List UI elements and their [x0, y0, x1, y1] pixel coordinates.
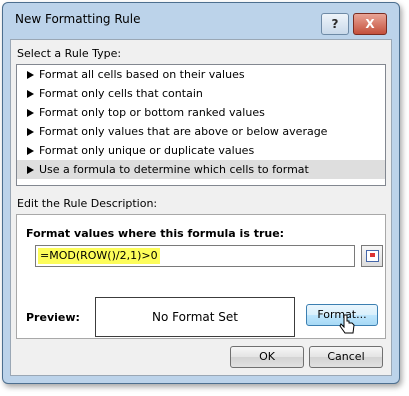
close-button[interactable]: X — [353, 13, 387, 35]
rule-type-item-label: Format only top or bottom ranked values — [39, 106, 265, 119]
rule-type-item-label: Format only cells that contain — [39, 87, 203, 100]
hand-cursor-icon — [339, 314, 355, 334]
rule-description-panel: Format values where this formula is true… — [16, 214, 386, 339]
rule-type-item-unique-duplicate[interactable]: Format only unique or duplicate values — [17, 141, 385, 160]
rule-type-list[interactable]: Format all cells based on their values F… — [16, 64, 386, 186]
rule-type-item-label: Format only values that are above or bel… — [39, 125, 328, 138]
title-bar[interactable]: New Formatting Rule ? X — [3, 3, 399, 35]
arrow-icon — [27, 128, 34, 136]
arrow-icon — [27, 109, 34, 117]
rule-type-item-cells-contain[interactable]: Format only cells that contain — [17, 84, 385, 103]
rule-type-item-formula[interactable]: Use a formula to determine which cells t… — [17, 160, 385, 179]
formula-input[interactable]: =MOD(ROW()/2,1)>0 — [35, 245, 355, 267]
arrow-icon — [27, 166, 34, 174]
ok-button[interactable]: OK — [230, 346, 304, 368]
rule-type-item-top-bottom[interactable]: Format only top or bottom ranked values — [17, 103, 385, 122]
arrow-icon — [27, 71, 34, 79]
dialog-title: New Formatting Rule — [15, 12, 141, 26]
rule-type-label: Select a Rule Type: — [17, 47, 122, 60]
preview-label: Preview: — [26, 311, 80, 324]
range-select-icon — [366, 250, 379, 262]
rule-type-item-label: Format only unique or duplicate values — [39, 144, 255, 157]
arrow-icon — [27, 90, 34, 98]
formula-value: =MOD(ROW()/2,1)>0 — [38, 248, 160, 264]
dialog-body: Select a Rule Type: Format all cells bas… — [10, 39, 392, 376]
preview-box: No Format Set — [95, 297, 295, 337]
formula-heading: Format values where this formula is true… — [26, 227, 285, 240]
rule-type-item-label: Use a formula to determine which cells t… — [39, 163, 309, 176]
rule-type-item-label: Format all cells based on their values — [39, 68, 245, 81]
rule-type-item-above-below-average[interactable]: Format only values that are above or bel… — [17, 122, 385, 141]
collapse-dialog-button[interactable] — [361, 245, 383, 267]
rule-description-label: Edit the Rule Description: — [17, 197, 158, 210]
rule-type-item-all-cells[interactable]: Format all cells based on their values — [17, 65, 385, 84]
new-formatting-rule-dialog: New Formatting Rule ? X Select a Rule Ty… — [2, 2, 400, 384]
help-button[interactable]: ? — [321, 13, 349, 35]
arrow-icon — [27, 147, 34, 155]
cancel-button[interactable]: Cancel — [309, 346, 383, 368]
